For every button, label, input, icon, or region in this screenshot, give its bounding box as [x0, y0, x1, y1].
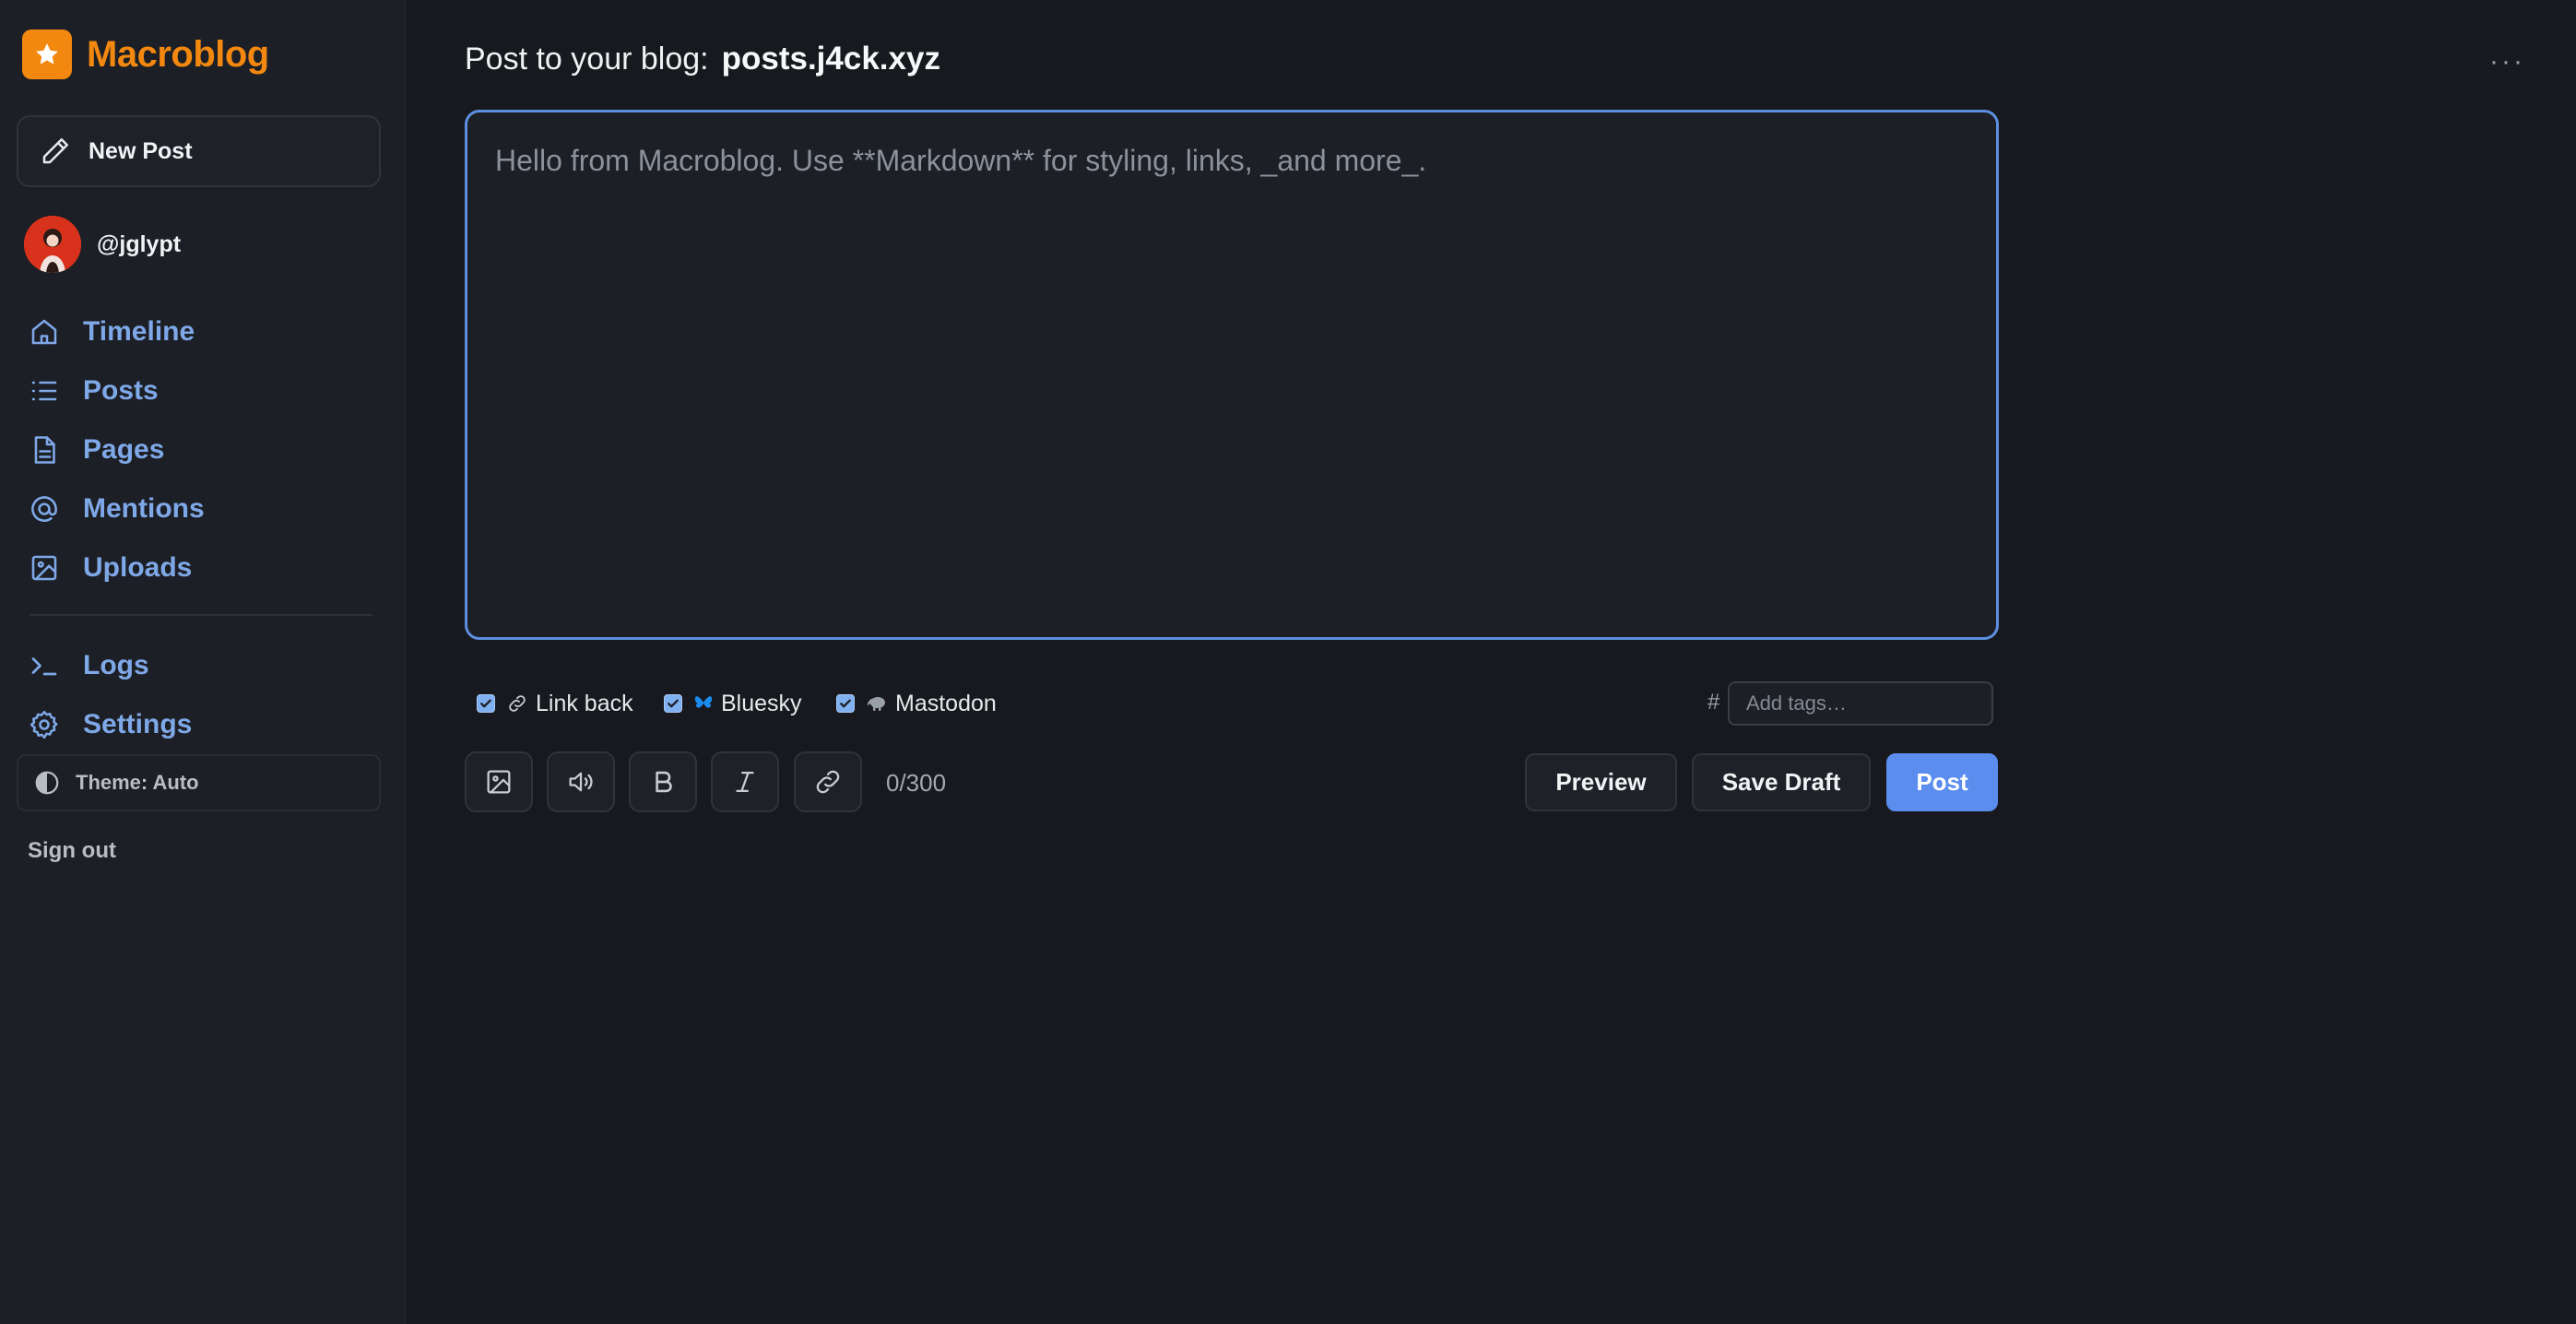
page-title: Post to your blog: posts.j4ck.xyz: [465, 41, 940, 77]
pencil-icon: [42, 137, 69, 164]
new-post-button[interactable]: New Post: [17, 115, 381, 187]
butterfly-icon: [693, 693, 714, 714]
nav-divider: [30, 614, 372, 616]
nav-item-mentions[interactable]: Mentions: [28, 491, 378, 527]
italic-icon: [736, 771, 754, 793]
nav-label: Logs: [83, 650, 149, 680]
nav-label: Timeline: [83, 316, 195, 347]
character-counter: 0/300: [886, 769, 947, 797]
tags-input[interactable]: [1728, 681, 1993, 726]
italic-button[interactable]: [711, 751, 779, 812]
header-prefix: Post to your blog:: [465, 41, 709, 77]
user-profile[interactable]: @jglypt: [24, 216, 181, 273]
sign-out-link[interactable]: Sign out: [28, 838, 116, 864]
nav-item-posts[interactable]: Posts: [28, 372, 378, 409]
nav-item-logs[interactable]: Logs: [28, 647, 378, 684]
preview-button[interactable]: Preview: [1525, 753, 1677, 811]
brand[interactable]: Macroblog: [22, 30, 269, 79]
image-icon: [487, 770, 511, 794]
nav-label: Pages: [83, 434, 165, 465]
post-editor[interactable]: [465, 110, 1999, 640]
nav-label: Settings: [83, 709, 193, 739]
option-label: Mastodon: [895, 690, 997, 716]
nav-item-uploads[interactable]: Uploads: [28, 550, 378, 586]
new-post-label: New Post: [89, 137, 193, 164]
check-icon: [668, 699, 679, 708]
gear-icon: [30, 710, 58, 739]
sidebar: Macroblog New Post @jglypt Timeline Post…: [0, 0, 406, 1324]
insert-link-button[interactable]: [794, 751, 862, 812]
option-link-back[interactable]: Link back: [477, 688, 633, 719]
link-icon: [816, 770, 840, 794]
theme-toggle[interactable]: Theme: Auto: [17, 754, 381, 811]
home-icon: [31, 319, 57, 345]
brand-name: Macroblog: [87, 33, 269, 75]
nav-item-pages[interactable]: Pages: [28, 431, 378, 468]
star-icon: [22, 30, 72, 79]
bold-icon: [656, 771, 672, 793]
nav-label: Posts: [83, 375, 159, 406]
post-button[interactable]: Post: [1886, 753, 1998, 811]
avatar: [24, 216, 81, 273]
option-label: Bluesky: [721, 690, 802, 716]
at-icon: [31, 496, 57, 522]
mastodon-checkbox[interactable]: [836, 694, 855, 713]
insert-audio-button[interactable]: [547, 751, 615, 812]
username: @jglypt: [97, 231, 182, 257]
insert-image-button[interactable]: [465, 751, 533, 812]
bold-button[interactable]: [629, 751, 697, 812]
link-icon: [506, 692, 528, 715]
check-icon: [840, 699, 851, 708]
option-label: Link back: [536, 690, 633, 716]
bluesky-checkbox[interactable]: [664, 694, 682, 713]
image-icon: [31, 555, 57, 581]
mastodon-icon: [866, 693, 888, 714]
option-bluesky[interactable]: Bluesky: [664, 688, 802, 719]
contrast-icon: [35, 771, 59, 795]
terminal-icon: [31, 657, 57, 676]
check-icon: [480, 699, 491, 708]
save-draft-button[interactable]: Save Draft: [1692, 753, 1871, 811]
audio-icon: [569, 772, 593, 792]
link-back-checkbox[interactable]: [477, 694, 495, 713]
list-icon: [31, 381, 57, 401]
option-mastodon[interactable]: Mastodon: [836, 688, 997, 719]
document-icon: [34, 436, 55, 464]
nav-item-settings[interactable]: Settings: [28, 706, 378, 743]
nav-label: Uploads: [83, 552, 193, 583]
nav-label: Mentions: [83, 493, 205, 524]
blog-name[interactable]: posts.j4ck.xyz: [722, 41, 940, 77]
nav-item-timeline[interactable]: Timeline: [28, 313, 378, 350]
tags-hash-label: #: [1707, 690, 1720, 715]
theme-label: Theme: Auto: [76, 771, 199, 794]
more-options-icon[interactable]: ···: [2489, 48, 2525, 76]
